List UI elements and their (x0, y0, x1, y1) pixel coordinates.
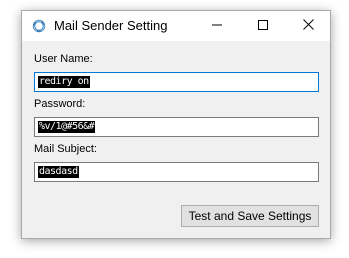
minimize-icon (212, 17, 222, 35)
password-field[interactable]: %v/1@#56&# (34, 117, 319, 137)
mail-subject-field[interactable]: dasdasd (34, 162, 319, 182)
username-value: rediry on (38, 76, 90, 88)
password-label: Password: (34, 98, 86, 110)
username-field[interactable]: rediry on (34, 72, 319, 92)
app-ring-icon (32, 19, 46, 33)
maximize-icon (258, 17, 268, 35)
mail-subject-label: Mail Subject: (34, 143, 97, 155)
minimize-button[interactable] (194, 11, 240, 41)
mail-subject-value: dasdasd (38, 166, 79, 178)
password-value: %v/1@#56&# (38, 121, 96, 133)
close-icon (302, 17, 314, 35)
title-bar[interactable]: Mail Sender Setting (22, 11, 330, 41)
mail-sender-setting-window: Mail Sender Setting User Name: rediry on… (21, 10, 331, 239)
window-title: Mail Sender Setting (54, 18, 168, 33)
username-label: User Name: (34, 53, 93, 65)
test-and-save-settings-button[interactable]: Test and Save Settings (181, 205, 319, 227)
close-button[interactable] (286, 11, 330, 41)
maximize-button[interactable] (240, 11, 286, 41)
